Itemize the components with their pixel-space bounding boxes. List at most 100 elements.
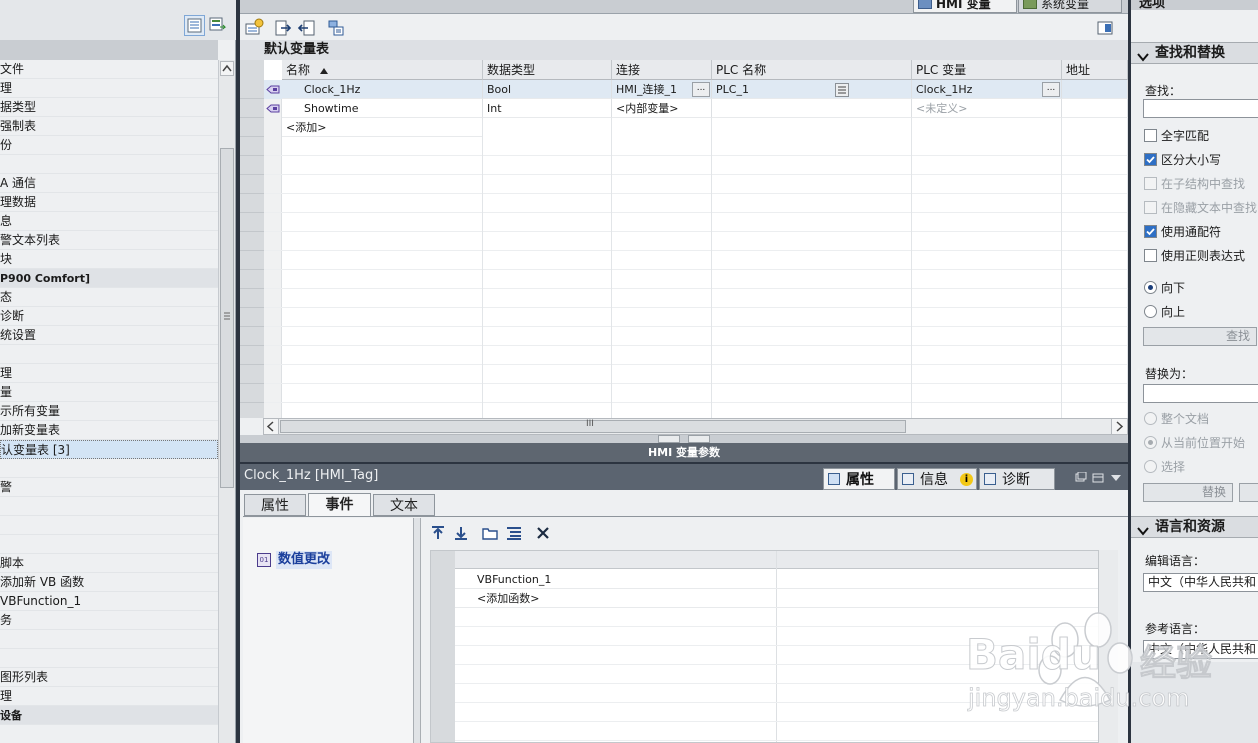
tree-item[interactable]: 认变量表 [3]	[0, 440, 218, 459]
column-header-address[interactable]: 地址	[1062, 60, 1128, 80]
direction-radio[interactable]	[1144, 305, 1157, 318]
checkbox[interactable]	[1144, 153, 1157, 166]
detail-view-icon[interactable]	[184, 15, 205, 36]
connection-browse-button[interactable]: ...	[692, 82, 710, 97]
move-down-icon[interactable]	[452, 524, 470, 542]
import-icon[interactable]	[296, 17, 316, 37]
move-up-icon[interactable]	[429, 524, 447, 542]
column-header-name[interactable]: 名称	[282, 60, 483, 80]
tree-item[interactable]	[0, 516, 218, 535]
tree-item[interactable]: P900 Comfort]	[0, 269, 218, 288]
column-header-connection[interactable]: 连接	[612, 60, 712, 80]
edit-language-select[interactable]: 中文（中华人民共和	[1143, 573, 1258, 592]
tab-hmi-tags[interactable]: HMI 变量	[913, 0, 1017, 13]
scroll-left-icon[interactable]	[264, 419, 279, 434]
cell-datatype[interactable]: Int	[483, 99, 612, 118]
delete-icon[interactable]	[534, 524, 552, 542]
tree-item[interactable]	[0, 459, 218, 478]
find-input[interactable]	[1143, 99, 1258, 118]
checkbox[interactable]	[1144, 225, 1157, 238]
event-list-splitter[interactable]	[413, 518, 421, 743]
scroll-up-icon[interactable]	[220, 61, 234, 76]
tree-item[interactable]: 设备	[0, 706, 218, 725]
tree-item[interactable]: 态	[0, 288, 218, 307]
tree-item[interactable]	[0, 630, 218, 649]
event-item-value-change[interactable]: 01 数值更改	[255, 551, 405, 569]
tree-item[interactable]: 警文本列表	[0, 231, 218, 250]
find-replace-section[interactable]: 查找和替换	[1131, 42, 1258, 64]
tree-item[interactable]: 脚本	[0, 554, 218, 573]
tag-group-icon[interactable]	[325, 17, 345, 37]
hmi-tag-params-bar[interactable]: HMI 变量参数	[240, 443, 1128, 462]
direction-radio[interactable]	[1144, 281, 1157, 294]
column-header-plc-tag[interactable]: PLC 变量	[912, 60, 1062, 80]
row-header[interactable]	[240, 99, 264, 118]
scroll-right-icon[interactable]	[1111, 419, 1127, 434]
tree-item[interactable]: 务	[0, 611, 218, 630]
subtab-events[interactable]: 事件	[308, 493, 371, 517]
subtab-texts[interactable]: 文本	[373, 494, 435, 516]
cell-name[interactable]: Showtime	[282, 99, 483, 118]
tree-item[interactable]: 息	[0, 212, 218, 231]
cell-plc-name[interactable]	[712, 99, 912, 118]
collapse-down-icon[interactable]	[688, 435, 710, 443]
tree-item[interactable]: 加新变量表	[0, 421, 218, 440]
plc-tag-browse-button[interactable]: ...	[1042, 82, 1060, 97]
checkbox[interactable]	[1144, 249, 1157, 262]
project-overview-icon[interactable]	[208, 15, 229, 36]
project-tree-scrollbar[interactable]	[218, 60, 235, 743]
hscroll-thumb[interactable]: III	[280, 419, 906, 433]
tree-item[interactable]: 理	[0, 364, 218, 383]
tree-item[interactable]	[0, 345, 218, 364]
tree-item[interactable]: 理	[0, 79, 218, 98]
column-header-plc-name[interactable]: PLC 名称	[712, 60, 912, 80]
tree-item[interactable]	[0, 497, 218, 516]
row-header[interactable]	[240, 118, 264, 137]
add-tag-row[interactable]: <添加>	[282, 118, 483, 137]
tree-item[interactable]: A 通信	[0, 174, 218, 193]
tab-diagnostics[interactable]: 诊断	[979, 468, 1055, 490]
tree-item[interactable]: 理数据	[0, 193, 218, 212]
column-header-datatype[interactable]: 数据类型	[483, 60, 612, 80]
tab-info[interactable]: 信息 i	[897, 468, 977, 490]
checkbox[interactable]	[1144, 129, 1157, 142]
tree-item[interactable]: 警	[0, 478, 218, 497]
tree-item[interactable]: 份	[0, 136, 218, 155]
open-function-icon[interactable]	[481, 524, 499, 542]
export-icon[interactable]	[272, 17, 292, 37]
replace-input[interactable]	[1143, 384, 1258, 403]
cell-plc-name[interactable]: PLC_1	[712, 80, 912, 99]
subtab-properties[interactable]: 属性	[244, 494, 306, 516]
add-tag-icon[interactable]	[243, 17, 264, 37]
tree-item[interactable]: 量	[0, 383, 218, 402]
inspector-window-controls-icon[interactable]	[1075, 471, 1123, 484]
tree-item[interactable]: VBFunction_1	[0, 592, 218, 611]
tree-item[interactable]	[0, 649, 218, 668]
replace-all-button[interactable]	[1239, 483, 1258, 502]
tree-item[interactable]	[0, 155, 218, 174]
tree-item[interactable]: 示所有变量	[0, 402, 218, 421]
editor-splitter[interactable]	[240, 435, 1128, 443]
row-header[interactable]	[240, 80, 264, 99]
tree-item[interactable]: 理	[0, 687, 218, 706]
tree-item[interactable]: 诊断	[0, 307, 218, 326]
tree-item[interactable]: 文件	[0, 60, 218, 79]
function-row[interactable]: VBFunction_1	[455, 570, 1117, 589]
tree-item[interactable]: 据类型	[0, 98, 218, 117]
tab-properties[interactable]: 属性	[823, 468, 895, 490]
cell-connection[interactable]: <内部变量>	[612, 99, 712, 118]
cell-address[interactable]	[1062, 80, 1128, 99]
collapse-up-icon[interactable]	[658, 435, 680, 443]
cell-address[interactable]	[1062, 99, 1128, 118]
tree-item[interactable]: 添加新 VB 函数	[0, 573, 218, 592]
tree-item[interactable]: 强制表	[0, 117, 218, 136]
tab-system-tags[interactable]: 系统变量	[1018, 0, 1122, 13]
cell-name[interactable]: Clock_1Hz	[282, 80, 483, 99]
tree-item[interactable]: 块	[0, 250, 218, 269]
cell-plc-tag[interactable]: <未定义>	[912, 99, 1062, 118]
layout-toggle-icon[interactable]	[1094, 17, 1114, 37]
function-list-icon[interactable]	[505, 524, 523, 542]
cell-datatype[interactable]: Bool	[483, 80, 612, 99]
cell-plc-tag[interactable]: Clock_1Hz	[912, 80, 1062, 99]
tree-item[interactable]: 统设置	[0, 326, 218, 345]
